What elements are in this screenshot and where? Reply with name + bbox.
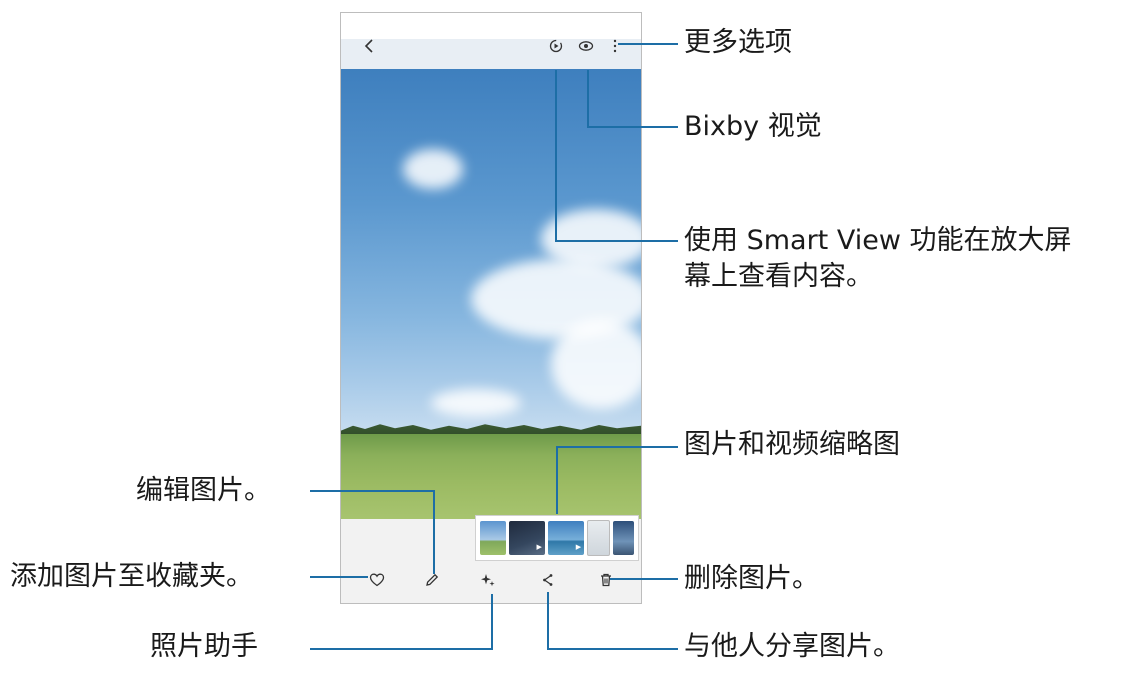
share-icon[interactable]	[537, 569, 559, 591]
thumbnail-strip: ▶ ▶	[475, 515, 639, 561]
callout-smart-view-line2: 幕上查看内容。	[684, 261, 873, 292]
thumbnail[interactable]	[613, 521, 634, 555]
leader-line	[433, 490, 435, 574]
callout-share: 与他人分享图片。	[684, 631, 900, 662]
callout-smart-view-line1: 使用 Smart View 功能在放大屏	[684, 225, 1072, 256]
phone-screen: ▶ ▶	[340, 12, 642, 604]
leader-line	[556, 446, 558, 514]
leader-line	[310, 648, 493, 650]
cloud	[403, 149, 463, 189]
cloud	[551, 319, 641, 409]
thumbnail[interactable]	[587, 520, 611, 556]
trash-icon[interactable]	[595, 569, 617, 591]
leader-line	[555, 240, 678, 242]
leader-line	[555, 70, 557, 241]
leader-line	[310, 490, 435, 492]
play-icon: ▶	[536, 543, 542, 551]
more-options-icon[interactable]	[604, 35, 626, 57]
heart-icon[interactable]	[366, 569, 388, 591]
callout-edit: 编辑图片。	[136, 475, 271, 506]
back-arrow-icon[interactable]	[359, 35, 381, 57]
leader-line	[610, 578, 678, 580]
thumbnail-video[interactable]: ▶	[547, 521, 585, 555]
cloud	[431, 389, 521, 417]
leader-line	[587, 126, 678, 128]
photo-viewer[interactable]	[341, 69, 641, 519]
play-icon: ▶	[575, 543, 582, 551]
callout-bixby-vision: Bixby 视觉	[684, 111, 822, 142]
leader-line	[547, 592, 549, 648]
smart-view-icon[interactable]	[545, 35, 567, 57]
leader-line	[618, 43, 678, 45]
thumbnail-video[interactable]: ▶	[508, 521, 545, 555]
leader-line	[547, 648, 678, 650]
sparkle-icon[interactable]	[477, 569, 499, 591]
leader-line	[587, 70, 589, 127]
pencil-icon[interactable]	[421, 569, 443, 591]
callout-thumbnails: 图片和视频缩略图	[684, 429, 900, 460]
callout-delete: 删除图片。	[684, 563, 819, 594]
callout-favorite: 添加图片至收藏夹。	[10, 561, 253, 592]
leader-line	[491, 594, 493, 648]
leader-line	[310, 576, 368, 578]
callout-assistant: 照片助手	[150, 631, 258, 662]
thumbnail[interactable]	[480, 521, 506, 555]
eye-icon[interactable]	[575, 35, 597, 57]
callout-more-options: 更多选项	[684, 27, 792, 58]
leader-line	[556, 446, 678, 448]
